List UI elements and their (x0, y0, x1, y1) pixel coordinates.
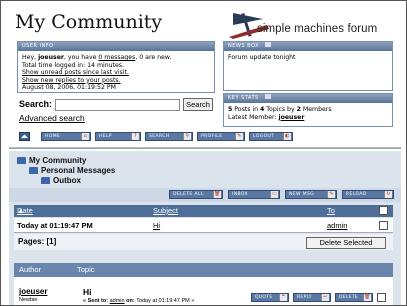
message-header: Author Topic (14, 263, 393, 277)
magnifier-icon: ⚲ (183, 133, 191, 140)
to-column-header[interactable]: To (327, 205, 335, 217)
logout-icon: ◐ (283, 133, 291, 140)
key-stats-heading: KEY STATS (224, 94, 392, 103)
row-checkbox[interactable] (379, 221, 388, 230)
profile-button[interactable]: PROFILE ✎ (197, 132, 245, 141)
sort-up-icon: ▲ (17, 206, 25, 215)
message-subject: Hi (83, 287, 92, 297)
sent-info: « Sent to: admin on: Today at 01:19:47 P… (83, 298, 195, 304)
trash-icon: 🗑 (363, 294, 371, 301)
news-icon (265, 42, 272, 47)
latest-member-line: Latest Member: joeuser (228, 113, 305, 121)
search-button[interactable]: Search (183, 98, 213, 111)
folder-icon (17, 157, 26, 164)
stats-icon (264, 94, 271, 99)
collapse-toggle-icon[interactable] (19, 132, 30, 141)
profile-icon: ✎ (235, 133, 243, 140)
inbox-icon: ▭ (270, 191, 278, 198)
help-icon: ? (131, 133, 139, 140)
time-logged: Total time logged in: 14 minutes. (22, 61, 124, 69)
author-rank: Newbie (19, 297, 38, 303)
trash-icon: 🗑 (213, 191, 221, 198)
logo-text: simple machines forum (257, 23, 378, 35)
row-date: Today at 01:19:47 PM (17, 221, 93, 230)
unread-posts-link[interactable]: Show unread posts since last visit. (22, 69, 210, 77)
row-subject-link[interactable]: Hi (153, 218, 160, 233)
reply-icon: ↩ (321, 294, 329, 301)
key-stats-box: KEY STATS 5 Posts in 4 Topics by 2 Membe… (223, 93, 393, 127)
latest-member-link[interactable]: joeuser (278, 114, 304, 121)
table-row: Today at 01:19:47 PM Hi admin (14, 218, 393, 233)
advanced-search-link[interactable]: Advanced search (19, 113, 85, 123)
messages-link[interactable]: 0 messages (98, 54, 135, 61)
new-msg-button[interactable]: NEW MSG ✎ (285, 190, 337, 199)
user-info-box: USER INFO Hey, joeuser, you have 0 messa… (17, 41, 215, 93)
reply-button[interactable]: REPLY ↩ (293, 293, 331, 302)
delete-all-button[interactable]: DELETE ALL 🗑 (169, 190, 223, 199)
select-all-checkbox[interactable] (379, 206, 388, 215)
logout-button[interactable]: LOGOUT ◐ (249, 132, 293, 141)
row-recipient-link[interactable]: admin (327, 218, 347, 233)
stats-line: 5 Posts in 4 Topics by 2 Members (228, 106, 332, 113)
user-info-heading: USER INFO (18, 42, 214, 51)
breadcrumb-level3[interactable]: Outbox (41, 176, 81, 185)
delete-selected-button[interactable]: Delete Selected (306, 237, 386, 249)
news-box-heading: NEWS BOX (224, 42, 392, 51)
pencil-icon: ✎ (327, 191, 335, 198)
folder-open-icon (41, 177, 50, 184)
search-label: Search: (19, 99, 53, 109)
search-input[interactable] (55, 99, 180, 111)
author-link[interactable]: joeuser (19, 287, 47, 296)
new-replies-link[interactable]: Show new replies to your posts. (22, 77, 210, 85)
home-icon: ⌂ (81, 133, 89, 140)
delete-button[interactable]: DELETE 🗑 (335, 293, 373, 302)
author-column-header: Author (19, 265, 42, 274)
subject-column-header[interactable]: Subject (153, 205, 178, 217)
news-box: NEWS BOX Forum update tonight (223, 41, 393, 91)
breadcrumb-level1[interactable]: My Community (17, 156, 86, 165)
message-checkbox[interactable] (377, 293, 386, 302)
breadcrumb-level2[interactable]: Personal Messages (29, 166, 115, 175)
recipient-link[interactable]: admin (110, 298, 125, 304)
news-text: Forum update tonight (228, 54, 296, 61)
page-frame: My Community simple machines forum USER … (0, 0, 407, 306)
quote-icon: ❝ (279, 294, 287, 301)
messages-table-header: Date ▲ Subject To (14, 205, 393, 217)
search-menu-button[interactable]: SEARCH ⚲ (145, 132, 193, 141)
help-button[interactable]: HELP? (95, 132, 141, 141)
quote-button[interactable]: QUOTE ❝ (251, 293, 289, 302)
section-divider (9, 147, 401, 149)
reload-button[interactable]: RELOAD ↻ (342, 190, 394, 199)
forum-title: My Community (15, 11, 163, 33)
topic-column-header: Topic (77, 265, 95, 274)
home-button[interactable]: HOME ⌂ (41, 132, 91, 141)
username: joeuser (38, 54, 64, 61)
current-datetime: August 08, 2006, 01:19:52 PM (22, 84, 116, 92)
reload-icon: ↻ (384, 191, 392, 198)
inbox-button[interactable]: INBOX ▭ (228, 190, 280, 199)
folder-icon (29, 167, 38, 174)
greeting-line: Hey, joeuser, you have 0 messages, 0 are… (22, 54, 172, 61)
